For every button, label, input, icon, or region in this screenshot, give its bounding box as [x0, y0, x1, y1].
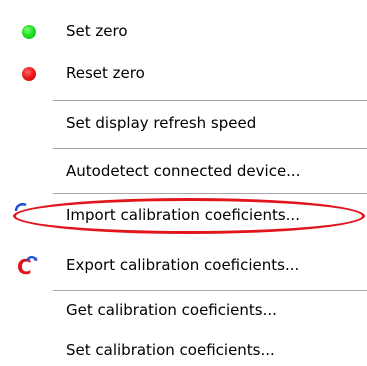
- import-c-icon-svg: [14, 203, 27, 212]
- menu-item-label: Import calibration coeficients...: [66, 206, 300, 224]
- menu-item-set-display-refresh-speed[interactable]: Set display refresh speed: [0, 110, 367, 138]
- menu-separator: [53, 193, 367, 194]
- menu-item-export-calibration-coeficients[interactable]: C Export calibration coeficients...: [0, 252, 367, 280]
- menu-item-set-calibration-coeficients[interactable]: Set calibration coeficients...: [0, 338, 367, 366]
- export-c-icon: C: [16, 254, 40, 279]
- menu-item-label: Export calibration coeficients...: [66, 256, 300, 274]
- green-dot-icon: [22, 25, 36, 39]
- menu-item-label: Reset zero: [66, 64, 145, 82]
- menu-separator: [53, 100, 367, 101]
- menu-item-get-calibration-coeficients[interactable]: Get calibration coeficients...: [0, 297, 367, 325]
- menu-item-label: Set calibration coeficients...: [66, 341, 275, 359]
- menu-item-autodetect-connected-device[interactable]: Autodetect connected device...: [0, 158, 367, 186]
- menu-item-label: Autodetect connected device...: [66, 162, 301, 180]
- screenshot-stage: Set zero Reset zero Set display refresh …: [0, 0, 367, 366]
- context-menu: Set zero Reset zero Set display refresh …: [0, 0, 367, 366]
- menu-item-label: Get calibration coeficients...: [66, 301, 277, 319]
- menu-item-import-calibration-coeficients[interactable]: Import calibration coeficients...: [0, 202, 367, 230]
- menu-item-label: Set display refresh speed: [66, 114, 257, 132]
- red-dot-icon: [22, 67, 36, 81]
- menu-separator: [53, 290, 367, 291]
- import-c-icon: [14, 200, 28, 214]
- export-c-icon-svg: C: [17, 255, 38, 279]
- menu-item-reset-zero[interactable]: Reset zero: [0, 60, 367, 88]
- menu-separator: [53, 148, 367, 149]
- menu-item-set-zero[interactable]: Set zero: [0, 18, 367, 46]
- menu-item-label: Set zero: [66, 22, 128, 40]
